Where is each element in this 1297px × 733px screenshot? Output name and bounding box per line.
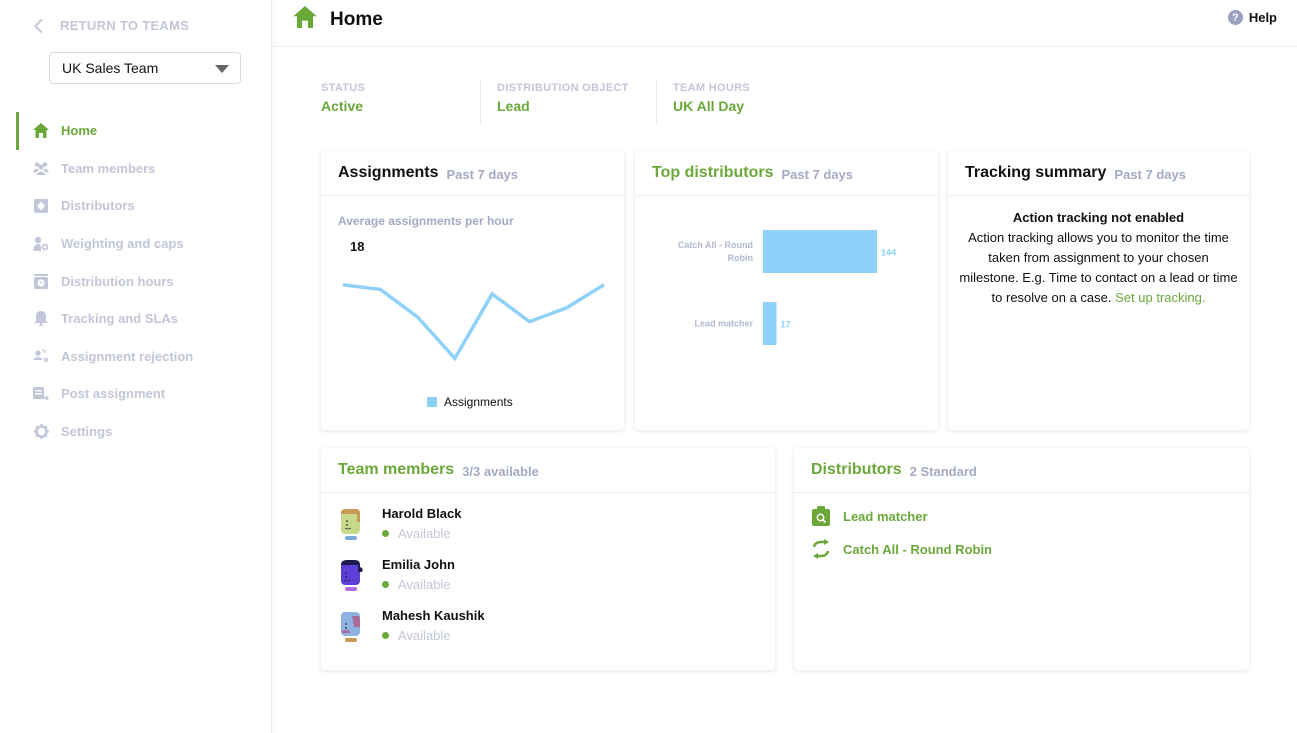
member-name: Emilia John bbox=[382, 557, 455, 572]
avg-label: Average assignments per hour bbox=[338, 214, 514, 228]
bar-value-label-0: 144 bbox=[881, 248, 896, 258]
avatar bbox=[341, 509, 360, 540]
assignments-line-chart bbox=[342, 283, 605, 362]
tracking-message: Action tracking not enabled Action track… bbox=[958, 208, 1239, 308]
team-select[interactable]: UK Sales Team bbox=[49, 52, 241, 84]
team-stats: STATUS Active DISTRIBUTION OBJECT Lead T… bbox=[321, 80, 849, 125]
bell-icon bbox=[33, 311, 49, 327]
app: RETURN TO TEAMS UK Sales Team Home Team … bbox=[0, 0, 1297, 733]
page-header: Home ? Help bbox=[273, 0, 1297, 47]
sidebar-item-home[interactable]: Home bbox=[16, 112, 272, 150]
assignments-series-line bbox=[342, 283, 605, 362]
sidebar-item-distribution-hours[interactable]: Distribution hours bbox=[16, 262, 272, 300]
card-period: Past 7 days bbox=[446, 166, 519, 182]
team-select-value: UK Sales Team bbox=[62, 60, 159, 76]
status-dot-icon bbox=[382, 581, 389, 588]
sidebar-item-distributors[interactable]: Distributors bbox=[16, 187, 272, 225]
home-icon bbox=[33, 123, 49, 139]
gear-icon bbox=[33, 424, 49, 440]
team-members-icon bbox=[33, 160, 49, 176]
distributor-item-catch-all-round-robin[interactable]: Catch All - Round Robin bbox=[811, 539, 992, 559]
distributors-icon bbox=[33, 198, 49, 214]
assignments-card: Assignments Past 7 days Average assignme… bbox=[321, 151, 624, 430]
caret-down-icon bbox=[215, 65, 229, 73]
card-period: Past 7 days bbox=[781, 166, 854, 182]
sidebar-nav: Home Team members Distributors Weighting… bbox=[16, 112, 272, 450]
card-title[interactable]: Top distributors bbox=[652, 164, 773, 182]
sidebar: RETURN TO TEAMS UK Sales Team Home Team … bbox=[0, 0, 272, 733]
status-dot-icon bbox=[382, 530, 389, 537]
sidebar-item-post-assignment[interactable]: Post assignment bbox=[16, 375, 272, 413]
card-title[interactable]: Team members bbox=[338, 461, 454, 479]
card-header: Top distributors Past 7 days bbox=[635, 151, 938, 196]
sidebar-item-weighting-and-caps[interactable]: Weighting and caps bbox=[16, 225, 272, 263]
set-up-tracking-link[interactable]: Set up tracking. bbox=[1115, 290, 1205, 305]
sidebar-item-team-members[interactable]: Team members bbox=[16, 150, 272, 188]
return-to-teams-link[interactable]: RETURN TO TEAMS bbox=[33, 18, 190, 33]
card-title: Tracking summary bbox=[965, 164, 1107, 181]
chart-legend: Assignments bbox=[427, 395, 513, 409]
top-distributors-bar-chart: 144 Catch All - Round Robin 17 Lead matcher bbox=[678, 230, 896, 345]
avatar bbox=[341, 612, 360, 642]
card-title: Assignments bbox=[338, 164, 439, 181]
member-status: Available bbox=[382, 628, 485, 643]
team-members-card: Team members 3/3 available Harold Black … bbox=[321, 448, 775, 670]
page-title: Home bbox=[330, 9, 383, 30]
legend-swatch bbox=[427, 397, 437, 407]
member-status: Available bbox=[382, 526, 461, 541]
distributors-card: Distributors 2 Standard Lead matcher Cat… bbox=[794, 448, 1249, 670]
top-distributors-card: Top distributors Past 7 days 144 Catch Al… bbox=[635, 151, 938, 430]
card-title[interactable]: Distributors bbox=[811, 461, 902, 479]
sidebar-item-assignment-rejection[interactable]: Assignment rejection bbox=[16, 338, 272, 376]
legend-label: Assignments bbox=[444, 395, 513, 409]
card-header: Tracking summary Past 7 days bbox=[948, 151, 1249, 196]
distributor-item-lead-matcher[interactable]: Lead matcher bbox=[811, 506, 928, 526]
stat-team-hours: TEAM HOURS UK All Day bbox=[673, 82, 750, 114]
status-dot-icon bbox=[382, 632, 389, 639]
sidebar-item-tracking-and-slas[interactable]: Tracking and SLAs bbox=[16, 300, 272, 338]
bar-category-label-1: Lead matcher bbox=[694, 319, 753, 329]
bar-0 bbox=[763, 230, 877, 273]
member-row[interactable]: Mahesh Kaushik Available bbox=[338, 608, 485, 652]
member-name: Mahesh Kaushik bbox=[382, 608, 485, 623]
card-subtitle: 2 Standard bbox=[909, 463, 977, 479]
sidebar-item-settings[interactable]: Settings bbox=[16, 413, 272, 451]
clipboard-search-icon bbox=[811, 506, 831, 526]
card-subtitle: 3/3 available bbox=[462, 463, 539, 479]
member-row[interactable]: Emilia John Available bbox=[338, 557, 455, 601]
bar-value-label-1: 17 bbox=[780, 320, 790, 330]
card-header: Team members 3/3 available bbox=[321, 448, 775, 493]
member-name: Harold Black bbox=[382, 506, 462, 521]
stat-status: STATUS Active bbox=[321, 80, 481, 125]
post-assignment-icon bbox=[33, 386, 49, 402]
home-icon bbox=[293, 6, 317, 33]
round-robin-icon bbox=[811, 539, 831, 559]
calendar-clock-icon bbox=[33, 273, 49, 289]
card-period: Past 7 days bbox=[1114, 166, 1186, 182]
help-icon: ? bbox=[1227, 10, 1243, 25]
chevron-left-icon bbox=[33, 18, 49, 33]
card-header: Assignments Past 7 days bbox=[321, 151, 624, 196]
return-label: RETURN TO TEAMS bbox=[60, 18, 190, 33]
help-button[interactable]: ? Help bbox=[1227, 10, 1277, 25]
tracking-heading: Action tracking not enabled bbox=[1012, 210, 1185, 225]
avg-value: 18 bbox=[350, 239, 365, 254]
member-status: Available bbox=[382, 577, 455, 592]
avatar bbox=[341, 560, 363, 591]
bar-1 bbox=[763, 302, 777, 345]
member-row[interactable]: Harold Black Available bbox=[338, 506, 461, 550]
user-reject-icon bbox=[33, 348, 49, 364]
card-header: Distributors 2 Standard bbox=[794, 448, 1249, 493]
tracking-summary-card: Tracking summary Past 7 days Action trac… bbox=[948, 151, 1249, 430]
weighting-icon bbox=[33, 236, 49, 252]
stat-distribution-object: DISTRIBUTION OBJECT Lead bbox=[497, 80, 657, 125]
bar-category-label-0: Catch All - Round Robin bbox=[678, 240, 753, 263]
